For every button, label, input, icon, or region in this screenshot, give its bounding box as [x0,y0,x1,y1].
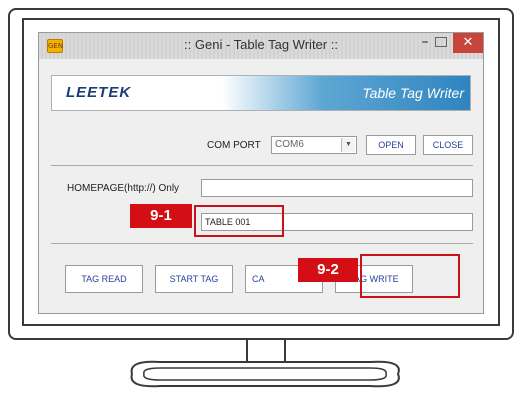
leetek-logo: LEETEK [66,84,132,101]
close-window-button[interactable]: ✕ [453,33,483,53]
chevron-down-icon[interactable]: ▼ [341,138,355,152]
com-port-select[interactable]: COM6 ▼ [271,136,357,154]
start-tag-button[interactable]: START TAG [155,265,233,293]
title-bar[interactable]: GEN :: Geni - Table Tag Writer :: – ✕ [39,33,483,59]
brand-banner: LEETEK Table Tag Writer [51,75,471,111]
divider-bottom [51,243,473,244]
monitor-stand [120,356,410,392]
highlight-tag-write [360,254,460,298]
com-port-label: COM PORT [207,140,261,151]
tag-read-button[interactable]: TAG READ [65,265,143,293]
homepage-label: HOMEPAGE(http://) Only [67,183,180,194]
highlight-table-name [194,205,284,237]
com-port-value: COM6 [275,139,304,150]
close-port-button[interactable]: CLOSE [423,135,473,155]
banner-title: Table Tag Writer [362,85,464,101]
step-9-2-callout: 9-2 [298,258,358,282]
divider-top [51,165,473,166]
open-button[interactable]: OPEN [366,135,416,155]
homepage-input[interactable] [201,179,473,197]
maximize-icon[interactable] [435,37,447,47]
minimize-button[interactable]: – [413,33,437,53]
step-9-1-callout: 9-1 [130,204,192,228]
